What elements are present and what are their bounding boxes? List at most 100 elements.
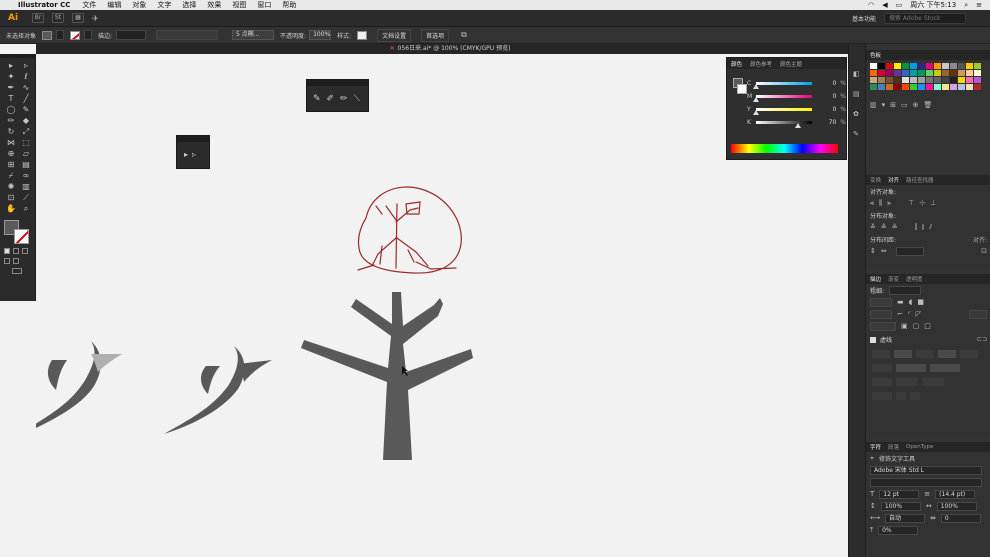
swoosh-logo-2[interactable]: [164, 346, 272, 434]
swatch-chip[interactable]: [958, 77, 965, 83]
swatch-chip[interactable]: [878, 70, 885, 76]
swatch-chip[interactable]: [894, 63, 901, 69]
tree-shape[interactable]: [301, 292, 473, 460]
align-vcenter-icon[interactable]: ⊹: [919, 199, 925, 207]
scale-tool-icon[interactable]: ⤢: [20, 127, 32, 136]
close-tab-icon[interactable]: ✕: [390, 45, 395, 52]
gap-field-1[interactable]: [894, 350, 912, 358]
swatch-chip[interactable]: [894, 84, 901, 90]
brush-definition[interactable]: 5 点椭...: [232, 30, 275, 40]
align-stroke-field[interactable]: [870, 321, 896, 331]
slider-knob[interactable]: [753, 97, 760, 102]
type-tool-icon[interactable]: T: [5, 94, 17, 103]
document-tab[interactable]: ✕ 056日来.ai* @ 100% (CMYK/GPU 预览): [36, 44, 864, 54]
new-swatch-icon[interactable]: ⊕: [913, 101, 919, 109]
tab-transparency[interactable]: 透明度: [906, 275, 923, 283]
tab-color-themes[interactable]: 颜色主题: [780, 60, 802, 68]
column-graph-tool-icon[interactable]: ▥: [20, 182, 32, 191]
swatch-chip[interactable]: [926, 63, 933, 69]
swatch-chip[interactable]: [870, 70, 877, 76]
hand-tool-icon[interactable]: ✋: [5, 204, 17, 213]
free-transform-tool-icon[interactable]: ⬚: [20, 138, 32, 147]
swatch-chip[interactable]: [942, 77, 949, 83]
clock[interactable]: 周六 下午5:13: [910, 0, 956, 10]
stroke-label[interactable]: 描边:: [98, 31, 112, 40]
eyedropper-tool-icon[interactable]: ⌿: [5, 171, 17, 180]
width-tool-icon[interactable]: ⋈: [5, 138, 17, 147]
graphic-style-swatch[interactable]: [357, 30, 368, 40]
draw-behind-icon[interactable]: [13, 258, 19, 264]
opacity-label[interactable]: 不透明度:: [280, 31, 306, 40]
swatch-chip[interactable]: [886, 63, 893, 69]
cyan-slider[interactable]: [753, 82, 812, 89]
bevel-join-icon[interactable]: ◸: [916, 310, 921, 318]
layers-icon[interactable]: ◧: [853, 64, 865, 84]
tab-opentype[interactable]: OpenType: [906, 444, 933, 450]
swatch-chip[interactable]: [926, 70, 933, 76]
menu-help[interactable]: 帮助: [282, 0, 296, 10]
pen-tool-icon[interactable]: ✒: [5, 83, 17, 92]
fill-stroke-control[interactable]: [3, 220, 33, 246]
swatch-chip[interactable]: [902, 77, 909, 83]
libraries-icon[interactable]: ▤: [853, 84, 865, 104]
zoom-tool-icon[interactable]: ⌕: [20, 204, 32, 213]
swatch-chip[interactable]: [870, 63, 877, 69]
artboard-tool-icon[interactable]: ⊡: [5, 193, 17, 202]
pencil-tool-icon[interactable]: ✏: [5, 116, 17, 125]
channel-value[interactable]: 70: [820, 119, 837, 126]
tab-pathfinder[interactable]: 路径查找器: [906, 176, 934, 184]
selection-tool-icon[interactable]: ▸: [5, 61, 17, 70]
menu-object[interactable]: 对象: [132, 0, 146, 10]
dist-right-icon[interactable]: ⫽: [929, 223, 932, 232]
swatch-chip[interactable]: [878, 77, 885, 83]
swatch-chip[interactable]: [942, 63, 949, 69]
swatch-chip[interactable]: [910, 70, 917, 76]
round-join-icon[interactable]: ◜: [908, 310, 911, 318]
draw-normal-icon[interactable]: [4, 258, 10, 264]
swatch-chip[interactable]: [950, 63, 957, 69]
font-size-field[interactable]: 12 pt: [879, 489, 920, 499]
swatch-chip[interactable]: [894, 77, 901, 83]
swatch-chip[interactable]: [886, 77, 893, 83]
swatch-chip[interactable]: [950, 84, 957, 90]
channel-value[interactable]: 0: [820, 93, 836, 100]
swatch-chip[interactable]: [934, 77, 941, 83]
pencil-icon[interactable]: ✏: [340, 94, 348, 104]
dist-hcenter-icon[interactable]: ⫾: [922, 223, 924, 232]
touch-type-label[interactable]: 修饰文字工具: [879, 454, 915, 463]
canvas-left-extension[interactable]: [0, 301, 36, 557]
swatch-chip[interactable]: [878, 63, 885, 69]
preferences-button[interactable]: 首选项: [421, 28, 450, 42]
arrange-icon[interactable]: ⧉: [461, 30, 467, 40]
search-icon[interactable]: ⌕: [964, 1, 968, 10]
brushes-icon[interactable]: ✎: [853, 124, 865, 144]
gpu-icon[interactable]: ✈: [92, 14, 99, 23]
menu-select[interactable]: 选择: [182, 0, 196, 10]
tracking-field[interactable]: 0: [940, 513, 981, 523]
stock-search-input[interactable]: 搜索 Adobe Stock: [884, 12, 966, 24]
battery-icon[interactable]: ▭: [896, 1, 903, 9]
channel-value[interactable]: 0: [820, 106, 836, 113]
weight-field[interactable]: [889, 285, 922, 295]
dist-bottom-icon[interactable]: ≗: [892, 223, 898, 231]
rotate-tool-icon[interactable]: ↻: [5, 127, 17, 136]
fill-dropdown[interactable]: [56, 30, 65, 40]
join-tool-icon[interactable]: ⟍: [354, 94, 360, 104]
swatch-chip[interactable]: [934, 84, 941, 90]
swatch-library-icon[interactable]: ▥: [870, 101, 877, 109]
brush-icon[interactable]: ✎: [313, 94, 321, 104]
dist-top-icon[interactable]: ≚: [870, 223, 876, 231]
arrow-end-field[interactable]: [930, 364, 960, 372]
fill-swatch[interactable]: [42, 30, 53, 40]
menu-view[interactable]: 视图: [232, 0, 246, 10]
curvature-tool-icon[interactable]: ∿: [20, 83, 32, 92]
dashed-checkbox[interactable]: [870, 336, 876, 343]
magenta-slider[interactable]: [753, 95, 812, 102]
font-family-select[interactable]: Adobe 宋体 Std L: [870, 465, 982, 475]
swatch-chip[interactable]: [878, 84, 885, 90]
paintbrush-tool-icon[interactable]: ✎: [20, 105, 32, 114]
symbols-icon[interactable]: ✿: [853, 104, 865, 124]
menu-list-icon[interactable]: ≡: [976, 1, 982, 9]
cap-field[interactable]: [870, 297, 892, 307]
wifi-icon[interactable]: ◠: [868, 1, 874, 9]
